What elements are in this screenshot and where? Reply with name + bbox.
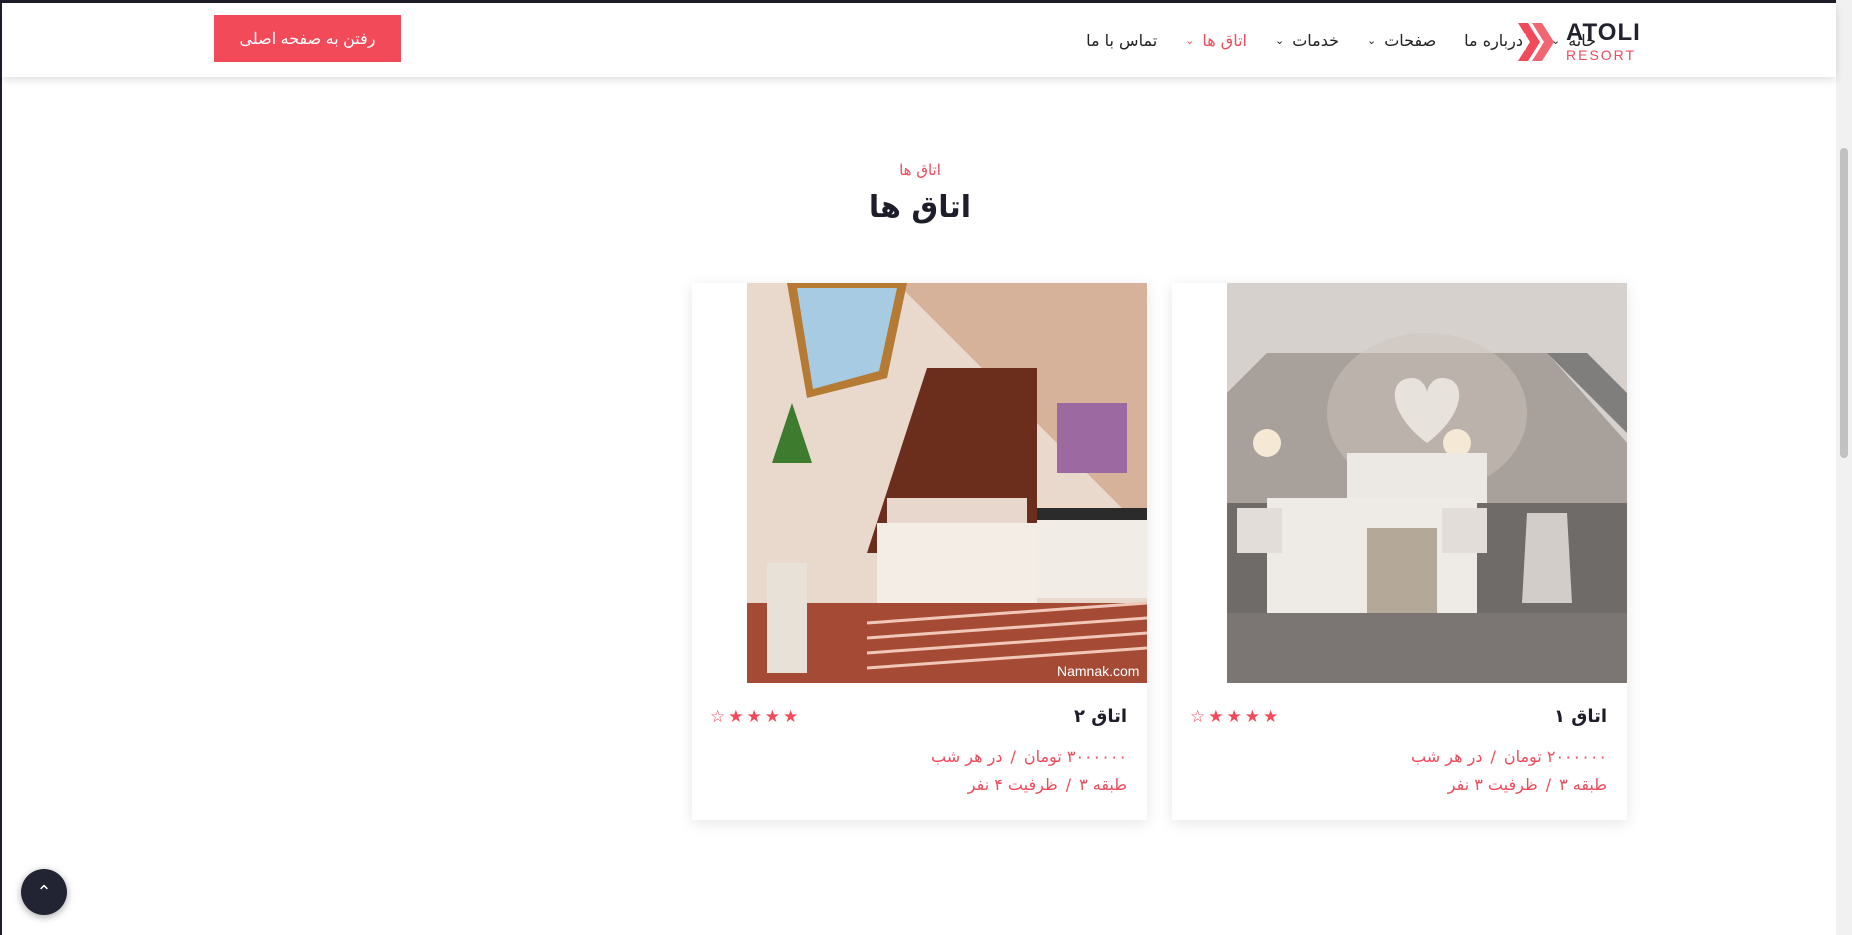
room-price: ۳۰۰۰۰۰۰ تومان — [1023, 747, 1127, 766]
star-icon: ★ — [1263, 707, 1282, 727]
star-half-icon: ☆ — [1190, 707, 1209, 727]
nav-item-contact[interactable]: تماس با ما — [1086, 31, 1157, 50]
star-icon: ★ — [728, 707, 747, 727]
image-watermark: Namnak.com — [1057, 663, 1139, 679]
room-price: ۲۰۰۰۰۰۰ تومان — [1503, 747, 1607, 766]
room-card[interactable]: Namnak.com اتاق ۲ ☆★★★★ ۳۰۰۰۰۰۰ تومان/در… — [692, 283, 1147, 820]
nav-item-label: درباره ما — [1464, 30, 1523, 50]
room-title[interactable]: اتاق ۱ — [1554, 706, 1607, 727]
room-price-line: ۲۰۰۰۰۰۰ تومان/در هر شب — [1411, 747, 1607, 766]
room-floor: طبقه ۳ — [1559, 775, 1607, 794]
go-home-button[interactable]: رفتن به صفحه اصلی — [214, 15, 401, 62]
chevron-down-icon: ⌄ — [1185, 33, 1195, 47]
chevron-down-icon: ⌄ — [1550, 33, 1561, 47]
room-capacity: ظرفیت ۳ نفر — [1447, 775, 1538, 794]
scrollbar-thumb[interactable] — [1840, 148, 1848, 458]
room-image[interactable]: Namnak.com — [747, 283, 1147, 683]
star-icon: ★ — [764, 707, 783, 727]
room-card[interactable]: اتاق ۱ ☆★★★★ ۲۰۰۰۰۰۰ تومان/در هر شب طبقه… — [1172, 283, 1627, 820]
nav-item-label: خدمات — [1292, 30, 1339, 50]
nav-item-rooms[interactable]: اتاق ها ⌄ — [1185, 31, 1247, 50]
room-photo-1 — [1227, 283, 1627, 683]
nav-item-pages[interactable]: صفحات ⌄ — [1367, 31, 1436, 50]
chevron-down-icon: ⌄ — [1274, 33, 1285, 47]
room-price-unit: در هر شب — [1411, 747, 1483, 766]
nav-item-about[interactable]: درباره ما — [1464, 31, 1523, 50]
star-icon: ★ — [783, 707, 802, 727]
star-half-icon: ☆ — [710, 707, 729, 727]
main-nav: خانه ⌄ درباره ما صفحات ⌄ خدمات ⌄ اتاق ها… — [1058, 3, 1596, 77]
double-chevron-up-icon: ⌃ — [36, 881, 52, 903]
star-icon: ★ — [1244, 707, 1263, 727]
nav-item-services[interactable]: خدمات ⌄ — [1275, 31, 1339, 50]
star-icon: ★ — [1208, 707, 1227, 727]
room-price-line: ۳۰۰۰۰۰۰ تومان/در هر شب — [931, 747, 1127, 766]
chevron-down-icon: ⌄ — [1366, 33, 1377, 47]
room-image[interactable] — [1227, 283, 1627, 683]
site-header: ATOLI RESORT خانه ⌄ درباره ما صفحات ⌄ خد… — [2, 3, 1836, 77]
window-left-border — [0, 0, 2, 935]
room-capacity: ظرفیت ۴ نفر — [967, 775, 1058, 794]
room-details-line: طبقه ۳/ظرفیت ۳ نفر — [1447, 775, 1607, 794]
room-price-unit: در هر شب — [931, 747, 1003, 766]
room-rating: ☆★★★★ — [710, 707, 801, 727]
section-subtitle: اتاق ها — [899, 161, 941, 179]
room-floor: طبقه ۳ — [1079, 775, 1127, 794]
room-rating: ☆★★★★ — [1190, 707, 1281, 727]
nav-item-label: تماس با ما — [1086, 30, 1158, 50]
room-title[interactable]: اتاق ۲ — [1074, 706, 1127, 727]
nav-item-label: اتاق ها — [1202, 30, 1247, 50]
room-photo-2: Namnak.com — [747, 283, 1147, 683]
star-icon: ★ — [1226, 707, 1245, 727]
nav-item-label: صفحات — [1384, 30, 1437, 50]
back-to-top-button[interactable]: ⌃ — [21, 869, 67, 915]
section-title: اتاق ها — [868, 190, 972, 225]
star-icon: ★ — [746, 707, 765, 727]
room-details-line: طبقه ۳/ظرفیت ۴ نفر — [967, 775, 1127, 794]
nav-item-label: خانه — [1568, 30, 1596, 50]
nav-item-home[interactable]: خانه ⌄ — [1551, 31, 1596, 50]
page-scrollbar[interactable] — [1836, 0, 1852, 935]
